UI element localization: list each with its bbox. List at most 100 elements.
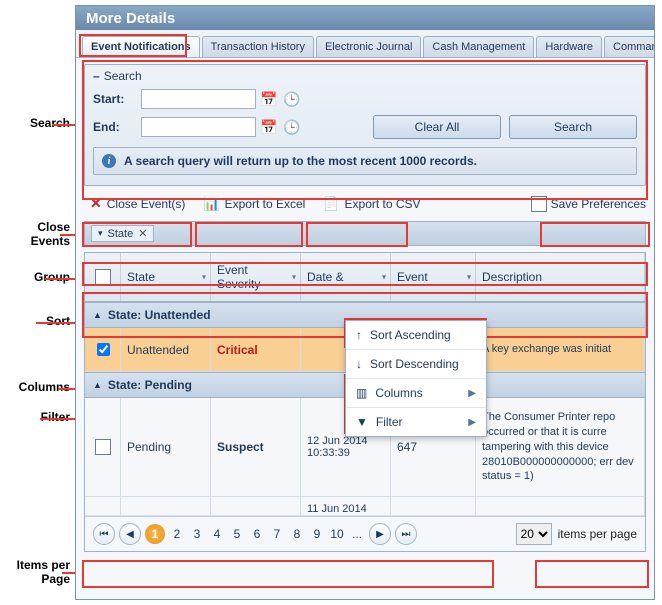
pager-page-2[interactable]: 2 bbox=[169, 527, 185, 541]
save-pref-checkbox[interactable] bbox=[531, 196, 547, 212]
chevron-right-icon: ▶ bbox=[468, 417, 476, 428]
search-area: – Search Start: End: Clear All Search bbox=[84, 64, 646, 186]
pager-page-1[interactable]: 1 bbox=[145, 524, 165, 544]
info-text: A search query will return up to the mos… bbox=[124, 154, 477, 168]
ann-search: Search bbox=[0, 116, 70, 130]
header-state[interactable]: State▾ bbox=[121, 253, 211, 301]
ann-columns: Columns bbox=[0, 380, 70, 394]
pager-page-3[interactable]: 3 bbox=[189, 527, 205, 541]
page-size-label: items per page bbox=[558, 527, 637, 541]
more-details-panel: More Details Event Notifications Transac… bbox=[75, 5, 655, 600]
export-excel-button[interactable]: Export to Excel bbox=[197, 193, 311, 215]
group-chip-label: State bbox=[108, 228, 134, 240]
sort-asc-icon bbox=[356, 328, 362, 342]
menu-sort-asc[interactable]: Sort Ascending bbox=[346, 321, 486, 349]
row-checkbox[interactable] bbox=[97, 343, 110, 356]
search-button[interactable]: Search bbox=[509, 115, 637, 139]
chevron-down-icon: ▾ bbox=[382, 273, 386, 282]
tab-event-notifications[interactable]: Event Notifications bbox=[82, 36, 200, 57]
close-events-button[interactable]: ✕ Close Event(s) bbox=[84, 192, 191, 215]
header-event[interactable]: Event▾ bbox=[391, 253, 476, 301]
start-label: Start: bbox=[93, 92, 141, 106]
group-label: State: Pending bbox=[108, 378, 192, 392]
cell-severity: Critical bbox=[211, 328, 301, 371]
search-collapse[interactable]: – Search bbox=[93, 69, 637, 83]
tab-commands[interactable]: Commands bbox=[604, 36, 655, 57]
chevron-down-icon: ▾ bbox=[292, 273, 296, 282]
ann-filter: Filter bbox=[0, 410, 70, 424]
ann-line bbox=[36, 322, 78, 324]
pager-next[interactable]: ▶ bbox=[369, 523, 391, 545]
tab-transaction-history[interactable]: Transaction History bbox=[202, 36, 314, 57]
group-label: State: Unattended bbox=[108, 308, 211, 322]
menu-filter[interactable]: Filter▶ bbox=[346, 407, 486, 436]
header-checkbox[interactable] bbox=[85, 253, 121, 301]
filter-icon bbox=[356, 415, 368, 429]
clock-icon[interactable] bbox=[282, 89, 302, 109]
pager-last[interactable]: ⏭ bbox=[395, 523, 417, 545]
csv-icon bbox=[323, 196, 339, 212]
search-legend-text: Search bbox=[104, 69, 142, 83]
header-description[interactable]: Description bbox=[476, 253, 645, 301]
tabstrip: Event Notifications Transaction History … bbox=[76, 30, 654, 58]
pager-page-6[interactable]: 6 bbox=[249, 527, 265, 541]
collapse-icon: ▲ bbox=[93, 380, 102, 390]
info-icon: i bbox=[102, 154, 116, 168]
pager-prev[interactable]: ◀ bbox=[119, 523, 141, 545]
menu-sort-desc[interactable]: Sort Descending bbox=[346, 349, 486, 378]
cell-desc: A key exchange was initiat bbox=[476, 328, 645, 371]
table-row-partial: 11 Jun 2014 bbox=[85, 497, 645, 516]
pager-page-9[interactable]: 9 bbox=[309, 527, 325, 541]
info-bar: i A search query will return up to the m… bbox=[93, 147, 637, 175]
header-date[interactable]: Date &▾ bbox=[301, 253, 391, 301]
toolbar: ✕ Close Event(s) Export to Excel Export … bbox=[84, 192, 646, 215]
pager-page-4[interactable]: 4 bbox=[209, 527, 225, 541]
calendar-icon[interactable] bbox=[259, 89, 279, 109]
group-chip-state[interactable]: ▾ State ✕ bbox=[91, 225, 154, 242]
export-csv-button[interactable]: Export to CSV bbox=[317, 193, 426, 215]
excel-icon bbox=[203, 196, 219, 212]
clear-all-button[interactable]: Clear All bbox=[373, 115, 501, 139]
ann-sort: Sort bbox=[0, 314, 70, 328]
pager-first[interactable]: ⏮ bbox=[93, 523, 115, 545]
pager: ⏮ ◀ 1 2 3 4 5 6 7 8 9 10 ... ▶ ⏭ 20 bbox=[85, 516, 645, 551]
export-excel-label: Export to Excel bbox=[225, 197, 306, 211]
ann-items: Items per Page bbox=[0, 558, 70, 587]
save-pref-label: Save Preferences bbox=[551, 197, 646, 211]
close-events-label: Close Event(s) bbox=[107, 197, 186, 211]
pager-page-10[interactable]: 10 bbox=[329, 527, 345, 541]
menu-columns[interactable]: Columns▶ bbox=[346, 378, 486, 407]
group-row: ▾ State ✕ bbox=[84, 221, 646, 246]
ann-line bbox=[52, 124, 76, 126]
columns-icon bbox=[356, 386, 367, 400]
chevron-down-icon: ▾ bbox=[202, 273, 206, 282]
chevron-down-icon: ▾ bbox=[98, 228, 103, 239]
chevron-right-icon: ▶ bbox=[468, 388, 476, 399]
remove-group-icon[interactable]: ✕ bbox=[138, 227, 147, 240]
collapse-icon: ▲ bbox=[93, 310, 102, 320]
header-severity[interactable]: Event Severity▾ bbox=[211, 253, 301, 301]
ann-line bbox=[45, 278, 78, 280]
cell-state: Unattended bbox=[121, 328, 211, 371]
end-label: End: bbox=[93, 120, 141, 134]
x-icon: ✕ bbox=[90, 195, 102, 212]
start-input[interactable] bbox=[141, 89, 256, 109]
clock-icon[interactable] bbox=[282, 117, 302, 137]
calendar-icon[interactable] bbox=[259, 117, 279, 137]
page-size-select[interactable]: 20 bbox=[516, 523, 552, 545]
export-csv-label: Export to CSV bbox=[345, 197, 421, 211]
ann-group: Group bbox=[0, 270, 70, 284]
ann-line bbox=[40, 418, 78, 420]
tab-hardware[interactable]: Hardware bbox=[536, 36, 602, 57]
pager-page-8[interactable]: 8 bbox=[289, 527, 305, 541]
pager-page-7[interactable]: 7 bbox=[269, 527, 285, 541]
tab-electronic-journal[interactable]: Electronic Journal bbox=[316, 36, 421, 57]
pager-page-5[interactable]: 5 bbox=[229, 527, 245, 541]
row-checkbox[interactable] bbox=[95, 439, 111, 455]
cell-desc: The Consumer Printer repo occurred or th… bbox=[476, 398, 645, 496]
end-input[interactable] bbox=[141, 117, 256, 137]
minus-icon: – bbox=[93, 69, 100, 83]
title-text: More Details bbox=[86, 10, 175, 27]
tab-cash-management[interactable]: Cash Management bbox=[423, 36, 534, 57]
pager-more[interactable]: ... bbox=[349, 527, 365, 541]
